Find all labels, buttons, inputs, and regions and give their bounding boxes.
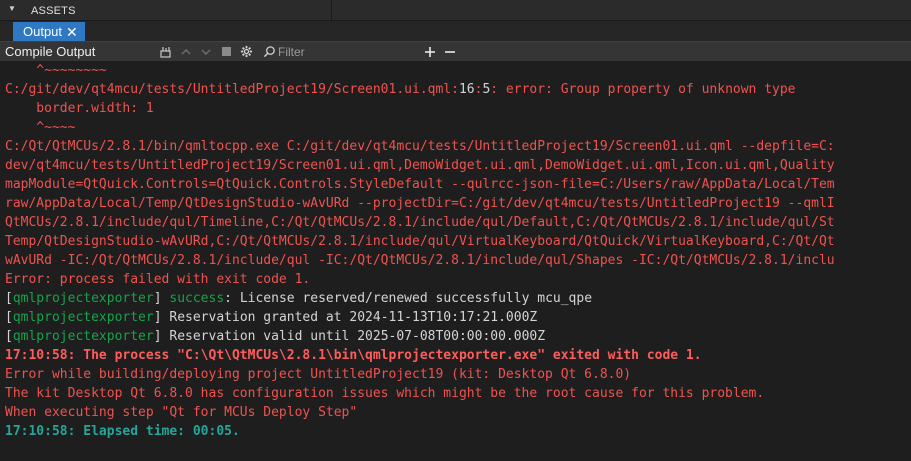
arrow-down-icon[interactable]	[200, 43, 212, 60]
tab-output-label: Output	[23, 24, 63, 39]
output-line: wAvURd -IC:/Qt/QtMCUs/2.8.1/include/qul …	[5, 253, 835, 268]
output-line: ^~~~~~~~~	[5, 63, 107, 78]
stop-icon[interactable]	[220, 43, 232, 60]
assets-header[interactable]: ▼ ASSETS	[0, 0, 332, 21]
arrow-up-icon[interactable]	[180, 43, 192, 60]
output-line: raw/AppData/Local/Temp/QtDesignStudio-wA…	[5, 196, 835, 211]
output-line: C:/Qt/QtMCUs/2.8.1/bin/qmltocpp.exe C:/g…	[5, 139, 835, 154]
exporter-tag: qmlprojectexporter	[12, 310, 154, 325]
output-line: [qmlprojectexporter] success: License re…	[5, 291, 593, 306]
output-line: [qmlprojectexporter] Reservation valid u…	[5, 329, 546, 344]
output-line: Temp/QtDesignStudio-wAvURd,C:/Qt/QtMCUs/…	[5, 234, 835, 249]
reservation-valid-message: Reservation valid until 2025-07-08T00:00…	[161, 329, 546, 344]
clear-icon[interactable]	[159, 43, 173, 60]
output-line: border.width: 1	[5, 101, 154, 116]
minus-icon[interactable]	[443, 43, 457, 60]
output-line: [qmlprojectexporter] Reservation granted…	[5, 310, 538, 325]
error-message: : error: Group property of unknown type	[490, 82, 796, 97]
success-label: success	[169, 291, 225, 306]
gear-icon[interactable]	[239, 43, 253, 60]
output-tab-bar: Output ✕	[0, 21, 911, 41]
error-file-link[interactable]: C:/git/dev/qt4mcu/tests/UntitledProject1…	[5, 82, 451, 97]
collapse-arrow-icon[interactable]: ▼	[8, 4, 16, 13]
close-icon[interactable]: ✕	[66, 25, 78, 39]
compile-output-pane[interactable]: ^~~~~~~~~ C:/git/dev/qt4mcu/tests/Untitl…	[0, 61, 911, 461]
output-line: dev/qt4mcu/tests/UntitledProject19/Scree…	[5, 158, 835, 173]
search-icon	[262, 43, 276, 60]
output-line: mapModule=QtQuick.Controls=QtQuick.Contr…	[5, 177, 835, 192]
output-line: Error: process failed with exit code 1.	[5, 272, 311, 287]
filter-input[interactable]	[278, 43, 408, 60]
plus-icon[interactable]	[423, 43, 437, 60]
elapsed-time-line: 17:10:58: Elapsed time: 00:05.	[5, 424, 240, 439]
output-line: Error while building/deploying project U…	[5, 367, 632, 382]
exporter-tag: qmlprojectexporter	[12, 329, 154, 344]
assets-bar[interactable]: ▼ ASSETS	[0, 0, 911, 21]
reservation-granted-message: Reservation granted at 2024-11-13T10:17:…	[161, 310, 538, 325]
panel-title[interactable]: Compile Output	[5, 44, 95, 59]
tab-output[interactable]: Output ✕	[13, 22, 85, 41]
output-line: ^~~~~	[5, 120, 76, 135]
output-toolbar: Compile Output	[0, 41, 911, 61]
output-line: C:/git/dev/qt4mcu/tests/UntitledProject1…	[5, 82, 796, 97]
output-line: QtMCUs/2.8.1/include/qul/Timeline,C:/Qt/…	[5, 215, 835, 230]
process-exit-line: 17:10:58: The process "C:\Qt\QtMCUs\2.8.…	[5, 348, 702, 363]
assets-label: ASSETS	[31, 5, 76, 17]
license-message: : License reserved/renewed successfully …	[224, 291, 593, 306]
output-line: The kit Desktop Qt 6.8.0 has configurati…	[5, 386, 765, 401]
output-line: When executing step "Qt for MCUs Deploy …	[5, 405, 358, 420]
exporter-tag: qmlprojectexporter	[12, 291, 154, 306]
error-line-number: 16	[458, 82, 475, 97]
